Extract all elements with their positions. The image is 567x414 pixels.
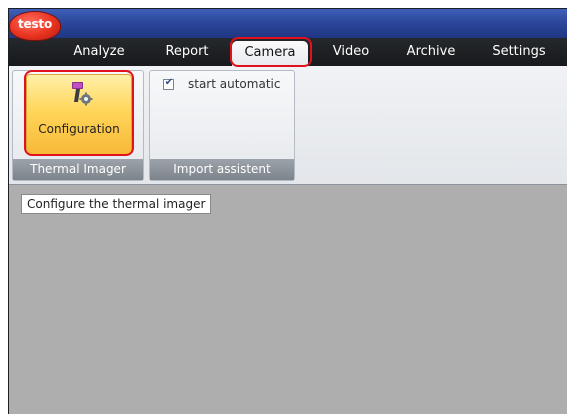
thermal-camera-gear-icon [72, 82, 93, 106]
tab-archive[interactable]: Archive [396, 38, 466, 66]
thermal-imager-group: Configuration Thermal Imager [12, 70, 144, 181]
tab-report[interactable]: Report [151, 38, 223, 66]
import-assistant-group: ✔ start automatic Import assistent [149, 70, 295, 181]
testo-logo[interactable]: testo [10, 12, 60, 40]
configuration-button[interactable]: Configuration [26, 74, 132, 155]
tab-settings[interactable]: Settings [484, 38, 554, 66]
app-window: testo Analyze Report Camera Video Archiv… [8, 8, 567, 414]
start-automatic-checkbox[interactable]: ✔ [163, 77, 174, 90]
configuration-tooltip: Configure the thermal imager [21, 194, 212, 214]
logo-text: testo [18, 17, 52, 31]
start-automatic-label[interactable]: start automatic [188, 77, 280, 91]
thermal-imager-group-label: Thermal Imager [13, 159, 143, 180]
tab-analyze[interactable]: Analyze [64, 38, 134, 66]
import-assistant-group-label: Import assistent [150, 159, 294, 180]
ribbon-tab-bar: Analyze Report Camera Video Archive Sett… [9, 38, 567, 66]
title-bar [9, 9, 567, 38]
configuration-label: Configuration [38, 122, 120, 136]
tab-camera[interactable]: Camera [232, 41, 308, 66]
check-icon: ✔ [164, 77, 174, 88]
ribbon-panel: Configuration Thermal Imager ✔ start aut… [9, 66, 567, 185]
tab-video[interactable]: Video [322, 38, 380, 66]
